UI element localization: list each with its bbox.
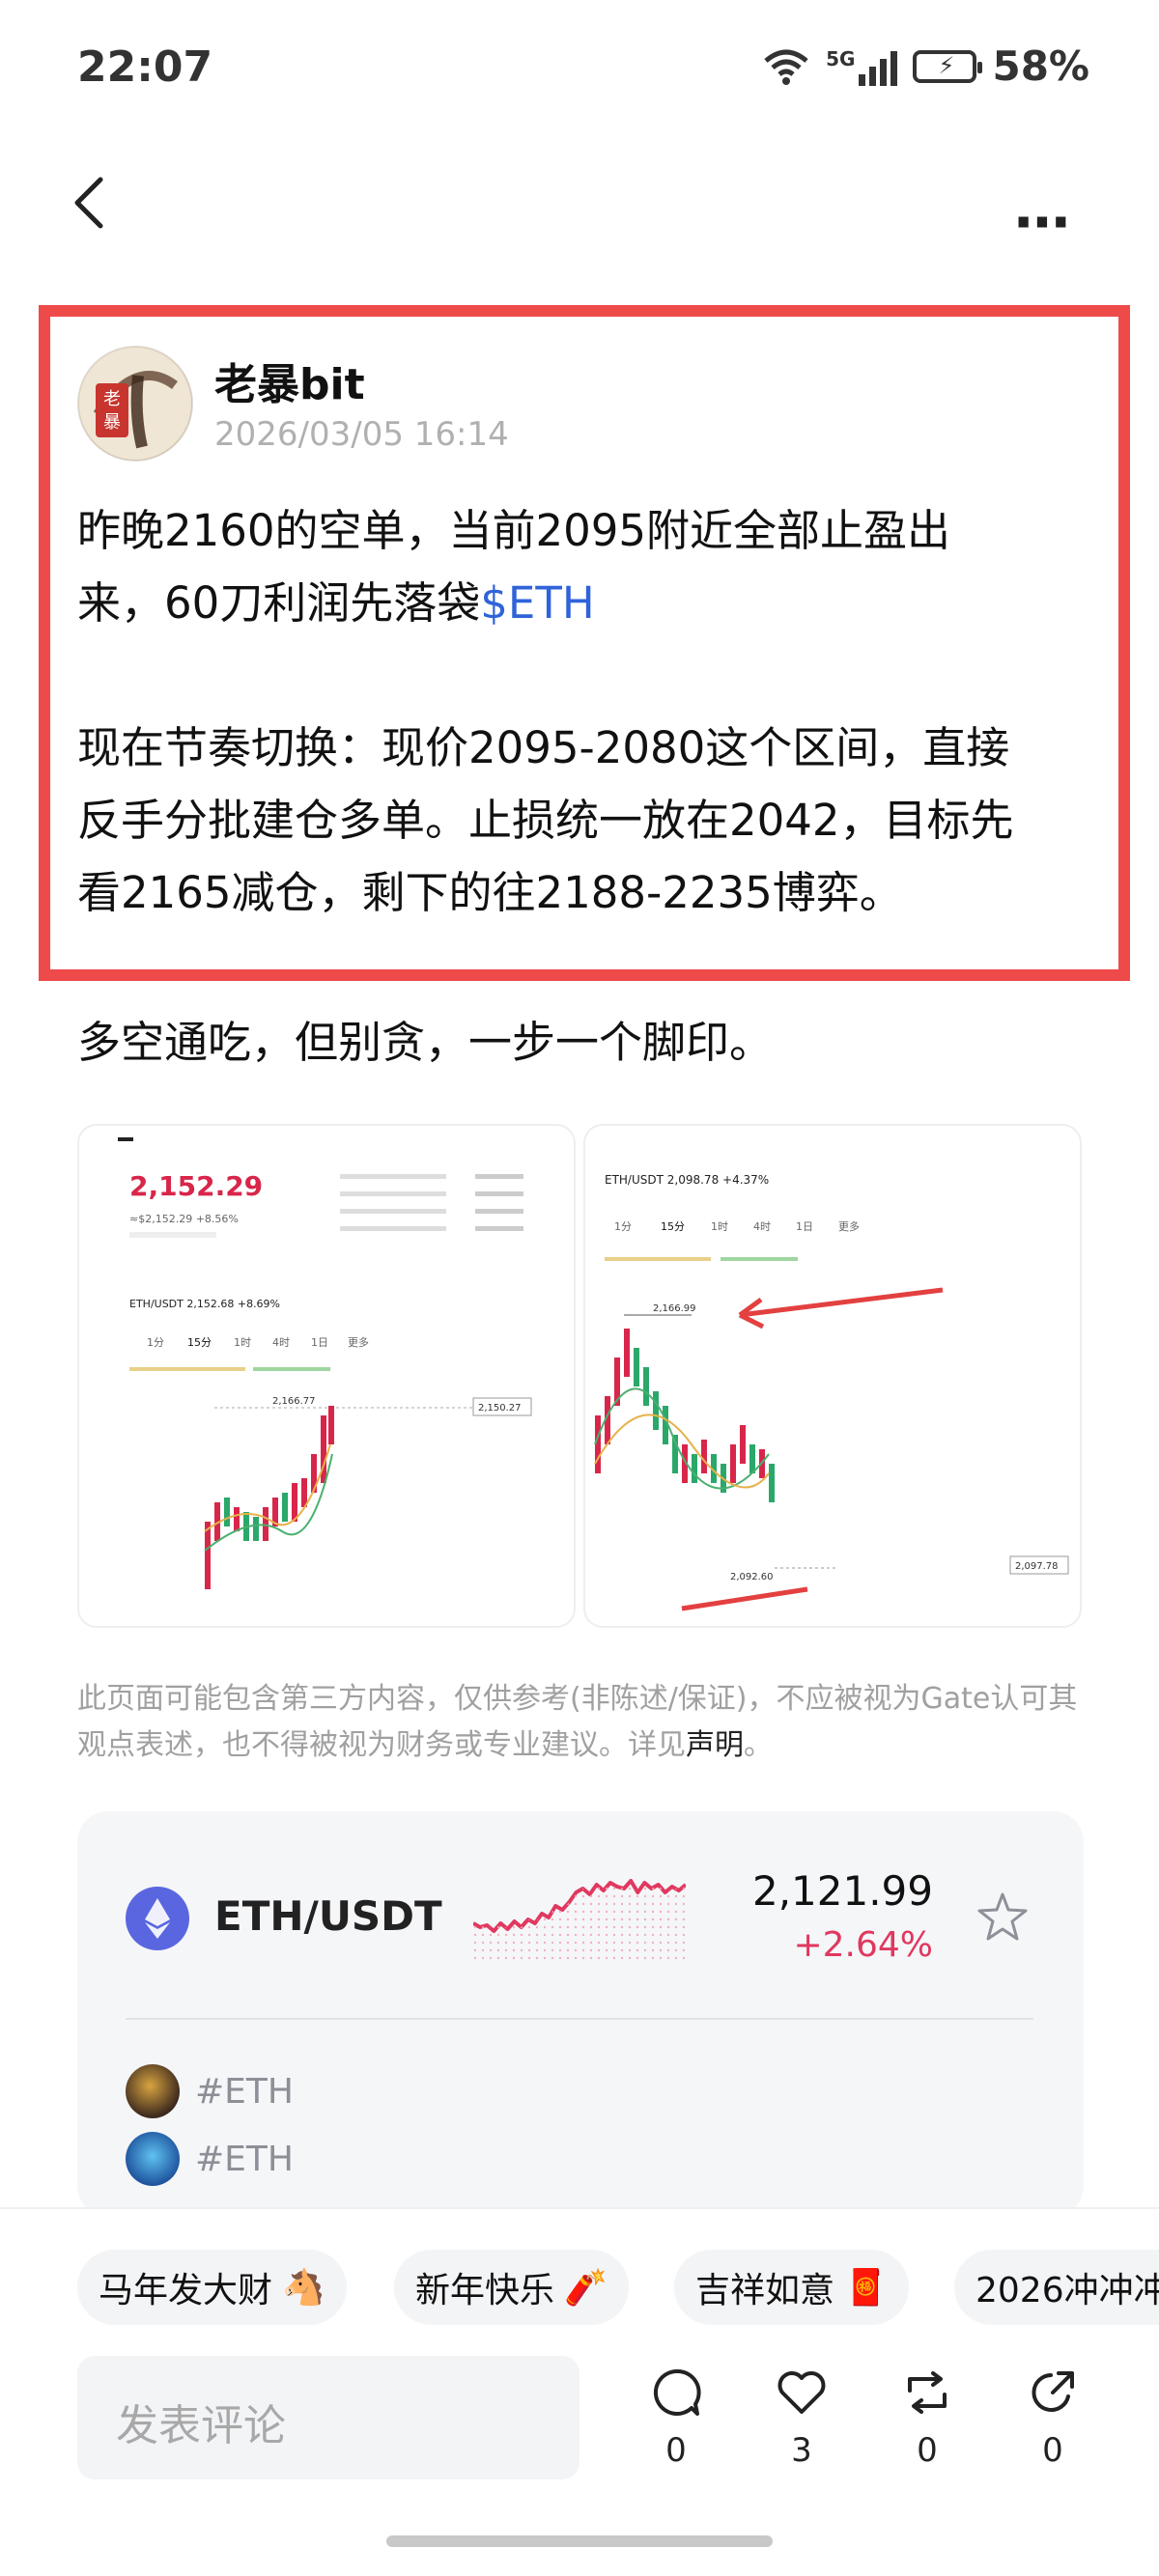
share-count: 0 <box>1042 2431 1063 2470</box>
quick-reply-chip[interactable]: 吉祥如意 🧧 <box>674 2250 909 2325</box>
thumb2-pair: ETH/USDT 2,098.78 +4.37% <box>605 1173 769 1187</box>
horse-icon: 🐴 <box>282 2268 325 2308</box>
quick-reply-chip[interactable]: 2026冲冲冲 <box>954 2250 1159 2325</box>
repost-icon <box>908 2371 947 2414</box>
svg-text:4时: 4时 <box>753 1220 771 1233</box>
back-icon[interactable] <box>70 174 108 232</box>
network-label: 5G <box>826 46 856 70</box>
svg-text:更多: 更多 <box>348 1335 369 1349</box>
post-extra-line: 多空通吃，但别贪，一步一个脚印。 <box>77 1017 774 1068</box>
svg-text:2,092.60: 2,092.60 <box>730 1572 774 1582</box>
card-divider <box>126 2018 1033 2020</box>
comment-placeholder: 发表评论 <box>116 2401 286 2450</box>
svg-text:1分: 1分 <box>614 1220 632 1233</box>
status-time: 22:07 <box>77 42 213 92</box>
market-change: +2.64% <box>793 1925 933 1965</box>
more-options-icon[interactable]: ⋯ <box>1014 189 1076 255</box>
battery-icon: ⚡ <box>913 49 983 83</box>
comment-count: 0 <box>665 2431 687 2470</box>
svg-text:4时: 4时 <box>272 1336 290 1349</box>
chart-image-1[interactable]: 2,152.29 ≈$2,152.29 +8.56% ETH/USDT 2,15… <box>77 1124 576 1628</box>
eth-icon <box>126 1887 189 1950</box>
svg-text:1日: 1日 <box>311 1336 328 1349</box>
svg-text:1时: 1时 <box>234 1336 251 1349</box>
thumb2-tabs: 1分 15分 1时 4时 1日 更多 <box>614 1219 860 1233</box>
favorite-star-icon[interactable] <box>975 1890 1030 1945</box>
repost-count: 0 <box>917 2431 938 2470</box>
svg-text:1日: 1日 <box>796 1220 813 1233</box>
disclaimer-link[interactable]: 声明 <box>686 1728 744 1762</box>
topic-tag-row[interactable]: #ETH <box>126 2130 705 2188</box>
repost-button[interactable]: 0 <box>898 2366 956 2470</box>
quick-reply-chip[interactable]: 马年发大财 🐴 <box>77 2250 347 2325</box>
svg-text:15分: 15分 <box>661 1220 685 1233</box>
svg-text:15分: 15分 <box>187 1336 212 1349</box>
like-button[interactable]: 3 <box>773 2366 831 2470</box>
sparkline-chart <box>473 1879 686 1960</box>
signal-icon <box>859 47 898 86</box>
svg-text:1时: 1时 <box>711 1220 728 1233</box>
quick-reply-chip[interactable]: 新年快乐 🧨 <box>394 2250 629 2325</box>
svg-text:2,097.78: 2,097.78 <box>1015 1561 1059 1572</box>
svg-text:更多: 更多 <box>838 1219 860 1233</box>
market-price: 2,121.99 <box>751 1867 933 1915</box>
home-indicator[interactable] <box>386 2535 773 2547</box>
svg-text:2,150.27: 2,150.27 <box>478 1403 522 1414</box>
firecracker-icon: 🧨 <box>564 2268 608 2308</box>
topic-tag-row[interactable]: #ETH <box>126 2062 705 2120</box>
highlight-box <box>39 305 1130 981</box>
market-pair: ETH/USDT <box>214 1892 442 1940</box>
red-envelope-icon: 🧧 <box>844 2268 888 2308</box>
tag-avatar <box>126 2132 180 2186</box>
thumb1-sub: ≈$2,152.29 +8.56% <box>129 1213 239 1225</box>
share-button[interactable]: 0 <box>1024 2366 1082 2470</box>
thumb1-pair: ETH/USDT 2,152.68 +8.69% <box>129 1298 280 1310</box>
thumb1-price: 2,152.29 <box>129 1170 263 1202</box>
disclaimer: 此页面可能包含第三方内容，仅供参考(非陈述/保证)，不应被视为Gate认可其观点… <box>77 1682 1078 1762</box>
tag-avatar <box>126 2064 180 2118</box>
chart-image-2[interactable]: ETH/USDT 2,098.78 +4.37% 1分 15分 1时 4时 1日… <box>583 1124 1082 1628</box>
svg-text:1分: 1分 <box>147 1336 164 1349</box>
comment-icon <box>653 2368 701 2416</box>
status-icons: 5G ⚡ 58% <box>762 42 1089 90</box>
topic-tag[interactable]: #ETH <box>195 2072 294 2112</box>
comment-button[interactable]: 0 <box>647 2366 705 2470</box>
thumb1-tabs: 1分 15分 1时 4时 1日 更多 <box>147 1335 369 1349</box>
wifi-icon <box>764 49 808 85</box>
share-icon <box>1032 2371 1074 2412</box>
battery-level: 58% <box>992 42 1089 90</box>
thumb1-candles <box>205 1406 334 1589</box>
svg-text:2,166.77: 2,166.77 <box>272 1396 316 1407</box>
like-count: 3 <box>791 2431 812 2470</box>
svg-text:2,166.99: 2,166.99 <box>653 1303 696 1314</box>
topic-tag[interactable]: #ETH <box>195 2140 294 2179</box>
heart-icon <box>777 2371 826 2414</box>
